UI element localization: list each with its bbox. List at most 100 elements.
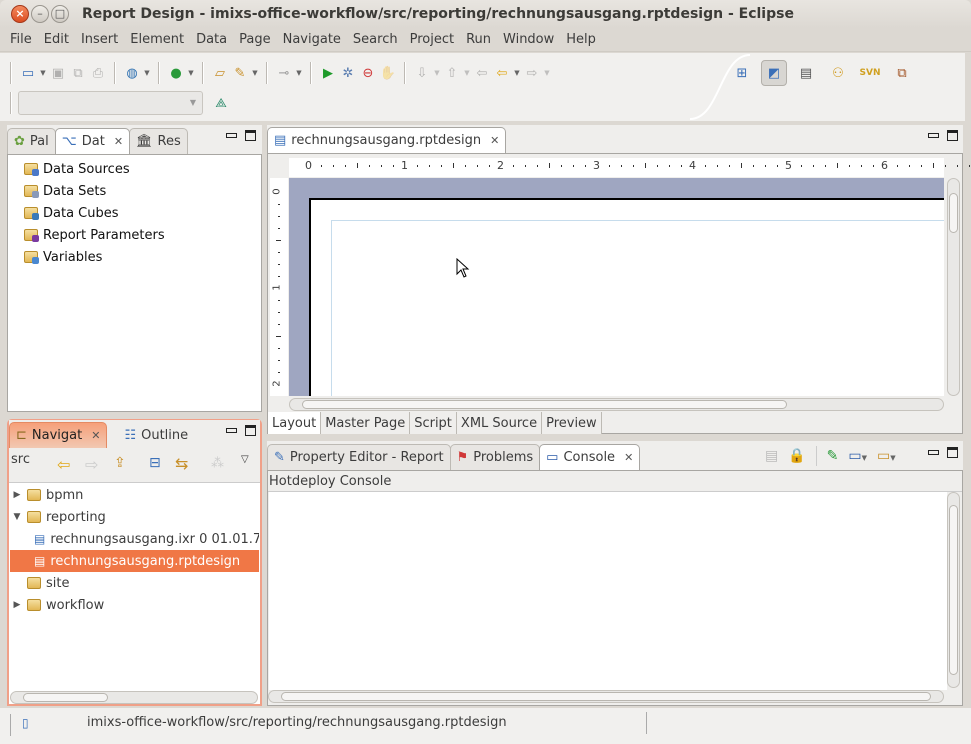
navigator-hscrollbar[interactable] bbox=[10, 691, 258, 704]
maximize-icon[interactable] bbox=[947, 130, 958, 141]
editor-hscrollbar[interactable] bbox=[289, 398, 944, 411]
run-icon[interactable]: ▶ bbox=[318, 63, 338, 83]
editor-vscrollbar[interactable] bbox=[947, 178, 960, 396]
tab-problems[interactable]: ⚑ Problems bbox=[449, 444, 541, 470]
tab-resource-explorer[interactable]: 🏛 Res bbox=[129, 128, 188, 154]
console-vscrollbar[interactable] bbox=[947, 492, 960, 688]
edit-icon[interactable]: ✎ bbox=[230, 63, 250, 83]
back-dropdown-icon[interactable]: ▼ bbox=[512, 69, 522, 77]
run-report-icon[interactable]: ● bbox=[166, 63, 186, 83]
scroll-lock-icon[interactable]: 🔒 bbox=[788, 448, 805, 464]
menu-window[interactable]: Window bbox=[497, 32, 560, 47]
report-body-area[interactable] bbox=[331, 220, 944, 396]
fast-view-icon[interactable]: ▯ bbox=[22, 716, 29, 730]
tree-item-data-sources[interactable]: Data Sources bbox=[24, 158, 130, 180]
tab-data-explorer[interactable]: ⌥ Dat ✕ bbox=[54, 128, 131, 154]
web-preview-icon[interactable]: ◍ bbox=[122, 63, 142, 83]
close-icon[interactable]: ✕ bbox=[624, 451, 633, 464]
navigator-tree-item[interactable]: ▶ workflow bbox=[10, 594, 259, 616]
new-perspective-icon[interactable]: ⊞ bbox=[729, 60, 755, 86]
tab-palette[interactable]: ✿ Pal bbox=[7, 128, 56, 154]
toolbar-combo[interactable]: ▼ bbox=[18, 91, 203, 115]
maximize-icon[interactable] bbox=[947, 447, 958, 458]
edit-dropdown-icon[interactable]: ▼ bbox=[250, 69, 260, 77]
menu-search[interactable]: Search bbox=[347, 32, 404, 47]
tab-master-page[interactable]: Master Page bbox=[321, 412, 411, 434]
stop-icon[interactable]: ⊖ bbox=[358, 63, 378, 83]
tab-outline[interactable]: ☷ Outline bbox=[118, 422, 194, 448]
pin-editor-icon[interactable]: ⟁ bbox=[211, 93, 231, 113]
link-dropdown-icon[interactable]: ▼ bbox=[294, 69, 304, 77]
minimize-window-button[interactable]: – bbox=[31, 5, 49, 23]
console-hscrollbar[interactable] bbox=[268, 690, 944, 703]
tree-item-label: reporting bbox=[46, 509, 106, 525]
menu-page[interactable]: Page bbox=[233, 32, 276, 47]
tab-xml-source[interactable]: XML Source bbox=[456, 412, 543, 434]
web-preview-dropdown-icon[interactable]: ▼ bbox=[142, 69, 152, 77]
link-icon[interactable]: ⊸ bbox=[274, 63, 294, 83]
close-icon[interactable]: ✕ bbox=[490, 134, 499, 147]
collapsed-arrow-icon[interactable]: ▶ bbox=[12, 600, 22, 610]
tab-editor-rptdesign[interactable]: ▤ rechnungsausgang.rptdesign ✕ bbox=[267, 127, 507, 153]
minimize-icon[interactable] bbox=[928, 133, 939, 138]
collapsed-arrow-icon[interactable]: ▶ bbox=[12, 490, 22, 500]
tab-navigator[interactable]: ⊏ Navigat ✕ bbox=[9, 422, 108, 448]
tab-script[interactable]: Script bbox=[410, 412, 457, 434]
ruler-h-label: 4 bbox=[689, 159, 696, 172]
navigator-tree-item[interactable]: ▼ reporting bbox=[10, 506, 259, 528]
expanded-arrow-icon[interactable]: ▼ bbox=[12, 512, 22, 522]
menu-run[interactable]: Run bbox=[460, 32, 497, 47]
minimize-icon[interactable] bbox=[928, 450, 939, 455]
back-icon[interactable]: ⇦ bbox=[492, 63, 512, 83]
navigator-tree-item[interactable]: ▤ rechnungsausgang.ixr 0 01.01.70 bbox=[10, 528, 259, 550]
new-dropdown-icon[interactable]: ▼ bbox=[38, 69, 48, 77]
tree-item-data-cubes[interactable]: Data Cubes bbox=[24, 202, 119, 224]
close-icon[interactable]: ✕ bbox=[114, 135, 123, 148]
menu-insert[interactable]: Insert bbox=[75, 32, 124, 47]
console-output[interactable] bbox=[269, 492, 947, 690]
navigator-tree-item[interactable]: ▤ rechnungsausgang.rptdesign bbox=[10, 550, 259, 572]
minimize-icon[interactable] bbox=[226, 428, 237, 433]
menu-project[interactable]: Project bbox=[404, 32, 460, 47]
navigator-tree-item[interactable]: site bbox=[10, 572, 259, 594]
tab-layout[interactable]: Layout bbox=[268, 412, 322, 434]
up-folder-icon[interactable]: ⇪ bbox=[114, 455, 126, 471]
tab-property-editor[interactable]: ✎ Property Editor - Report bbox=[267, 444, 451, 470]
close-window-button[interactable]: × bbox=[11, 5, 29, 23]
tab-console[interactable]: ▭ Console ✕ bbox=[539, 444, 641, 470]
tree-item-label: site bbox=[46, 575, 70, 591]
tree-item-data-sets[interactable]: Data Sets bbox=[24, 180, 106, 202]
maximize-icon[interactable] bbox=[245, 130, 256, 141]
report-perspective-icon[interactable]: ⚇ bbox=[825, 60, 851, 86]
maximize-window-button[interactable]: □ bbox=[51, 5, 69, 23]
link-with-editor-icon[interactable]: ⇆ bbox=[175, 454, 188, 473]
view-menu-icon[interactable]: ▽ bbox=[241, 454, 249, 465]
open-file-icon[interactable]: ▱ bbox=[210, 63, 230, 83]
prev-annotation-icon: ⇧ bbox=[446, 65, 458, 81]
minimize-icon[interactable] bbox=[226, 133, 237, 138]
collapse-all-icon[interactable]: ⊟ bbox=[149, 455, 161, 471]
java-perspective-icon[interactable]: ⧉ bbox=[889, 60, 915, 86]
database-perspective-icon[interactable]: ▤ bbox=[793, 60, 819, 86]
new-wizard-icon[interactable]: ▭ bbox=[18, 63, 38, 83]
menu-navigate[interactable]: Navigate bbox=[277, 32, 347, 47]
open-console-icon[interactable]: ▭▼ bbox=[877, 448, 896, 464]
back-icon[interactable]: ⇦ bbox=[57, 455, 70, 474]
menu-element[interactable]: Element bbox=[124, 32, 190, 47]
svn-perspective-icon[interactable]: SVN bbox=[857, 60, 883, 86]
menu-help[interactable]: Help bbox=[560, 32, 602, 47]
tab-preview[interactable]: Preview bbox=[542, 412, 602, 434]
navigator-tree-item[interactable]: ▶ bpmn bbox=[10, 484, 259, 506]
tree-item-report-parameters[interactable]: Report Parameters bbox=[24, 224, 165, 246]
run-report-dropdown-icon[interactable]: ▼ bbox=[186, 69, 196, 77]
report-design-perspective-icon[interactable]: ◩ bbox=[761, 60, 787, 86]
tree-item-variables[interactable]: Variables bbox=[24, 246, 102, 268]
menu-data[interactable]: Data bbox=[190, 32, 233, 47]
pin-console-icon[interactable]: ✎ bbox=[827, 448, 839, 464]
menu-edit[interactable]: Edit bbox=[38, 32, 75, 47]
menu-file[interactable]: File bbox=[4, 32, 38, 47]
maximize-icon[interactable] bbox=[245, 425, 256, 436]
close-icon[interactable]: ✕ bbox=[91, 429, 100, 442]
debug-icon[interactable]: ✲ bbox=[338, 63, 358, 83]
display-console-icon[interactable]: ▭▼ bbox=[848, 448, 867, 464]
